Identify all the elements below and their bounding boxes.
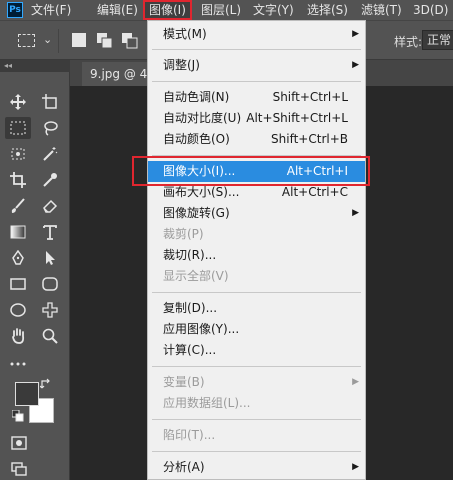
menu-item-mode[interactable]: 模式(M) ▶ (148, 24, 365, 45)
submenu-arrow-icon: ▶ (352, 60, 359, 70)
menu-separator (152, 366, 361, 367)
menu-item-analysis[interactable]: 分析(A) ▶ (148, 457, 365, 478)
quick-mask-icon[interactable] (6, 432, 32, 454)
menu-separator (152, 292, 361, 293)
rectangle-tool-icon[interactable] (5, 273, 31, 295)
menu-file[interactable]: 文件(F) (31, 0, 71, 20)
style-label: 样式: (394, 35, 423, 49)
path-select-tool-icon[interactable] (37, 247, 63, 269)
menu-item-auto-contrast[interactable]: 自动对比度(U) Alt+Shift+Ctrl+L (148, 108, 365, 129)
menu-separator (152, 451, 361, 452)
lasso-tool-icon[interactable] (37, 117, 63, 139)
menu-item-variables: 变量(B) ▶ (148, 372, 365, 393)
image-menu-dropdown: 模式(M) ▶ 调整(J) ▶ 自动色调(N) Shift+Ctrl+L 自动对… (147, 20, 366, 480)
menu-item-duplicate[interactable]: 复制(D)... (148, 298, 365, 319)
gradient-tool-icon[interactable] (5, 221, 31, 243)
style-select[interactable]: 正常 (422, 30, 453, 50)
rect-marquee-tool-icon[interactable] (5, 117, 31, 139)
menu-3d[interactable]: 3D(D) (413, 0, 448, 20)
new-selection-icon[interactable] (72, 33, 86, 47)
menu-item-calculations[interactable]: 计算(C)... (148, 340, 365, 361)
toolbar-collapse-button[interactable]: ◂◂ (0, 60, 70, 72)
divider (58, 29, 59, 53)
screen-mode-icon[interactable] (6, 458, 32, 480)
submenu-arrow-icon: ▶ (352, 462, 359, 472)
add-selection-icon[interactable] (97, 33, 113, 49)
menu-separator (152, 419, 361, 420)
move-tool-icon[interactable] (5, 91, 31, 113)
submenu-arrow-icon: ▶ (352, 29, 359, 39)
menu-select[interactable]: 选择(S) (307, 0, 348, 20)
menu-item-apply-image[interactable]: 应用图像(Y)... (148, 319, 365, 340)
quick-select-tool-icon[interactable] (5, 143, 31, 165)
eraser-tool-icon[interactable] (37, 195, 63, 217)
magic-wand-tool-icon[interactable] (37, 143, 63, 165)
menu-type[interactable]: 文字(Y) (253, 0, 294, 20)
hand-tool-icon[interactable] (5, 325, 31, 347)
menu-item-auto-tone[interactable]: 自动色调(N) Shift+Ctrl+L (148, 87, 365, 108)
menu-layer[interactable]: 图层(L) (201, 0, 241, 20)
submenu-arrow-icon: ▶ (352, 377, 359, 387)
menu-separator (152, 49, 361, 50)
subtract-selection-icon[interactable] (122, 33, 138, 49)
zoom-tool-icon[interactable] (37, 325, 63, 347)
pen-tool-icon[interactable] (5, 247, 31, 269)
menu-separator (152, 155, 361, 156)
menu-separator (152, 81, 361, 82)
menu-item-reveal-all: 显示全部(V) (163, 269, 229, 283)
foreground-color-swatch[interactable] (15, 382, 39, 406)
rect-marquee-preset-icon[interactable] (18, 34, 35, 47)
type-tool-icon[interactable] (37, 221, 63, 243)
chevron-down-icon[interactable]: ⌄ (43, 33, 52, 46)
ellipse-tool-icon[interactable] (5, 299, 31, 321)
submenu-arrow-icon: ▶ (352, 208, 359, 218)
menu-filter[interactable]: 滤镜(T) (361, 0, 402, 20)
tools-panel: ◂◂ (0, 60, 70, 480)
default-colors-icon[interactable] (10, 408, 26, 424)
menu-item-crop: 裁剪(P) (163, 227, 204, 241)
artboard-tool-icon[interactable] (37, 91, 63, 113)
custom-shape-tool-icon[interactable] (37, 299, 63, 321)
menu-item-adjustments[interactable]: 调整(J) ▶ (148, 55, 365, 76)
menu-item-image-size[interactable]: 图像大小(I)... Alt+Ctrl+I (148, 161, 365, 182)
rounded-shape-tool-icon[interactable] (37, 273, 63, 295)
menu-image[interactable]: 图像(I) (143, 0, 192, 20)
menu-item-trim[interactable]: 裁切(R)... (148, 245, 365, 266)
menubar: Ps 文件(F) 编辑(E) 图像(I) 图层(L) 文字(Y) 选择(S) 滤… (0, 0, 453, 20)
brush-tool-icon[interactable] (5, 195, 31, 217)
menu-item-auto-color[interactable]: 自动颜色(O) Shift+Ctrl+B (148, 129, 365, 150)
menu-item-trap: 陷印(T)... (163, 428, 216, 442)
menu-item-canvas-size[interactable]: 画布大小(S)... Alt+Ctrl+C (148, 182, 365, 203)
crop-tool-icon[interactable] (5, 169, 31, 191)
menu-item-apply-data-set: 应用数据组(L)... (163, 396, 251, 410)
swap-colors-icon[interactable] (38, 376, 54, 392)
more-tools-icon[interactable] (5, 353, 31, 375)
menu-edit[interactable]: 编辑(E) (97, 0, 138, 20)
menu-item-image-rotation[interactable]: 图像旋转(G) ▶ (148, 203, 365, 224)
photoshop-logo: Ps (7, 2, 23, 18)
eyedropper-tool-icon[interactable] (37, 169, 63, 191)
